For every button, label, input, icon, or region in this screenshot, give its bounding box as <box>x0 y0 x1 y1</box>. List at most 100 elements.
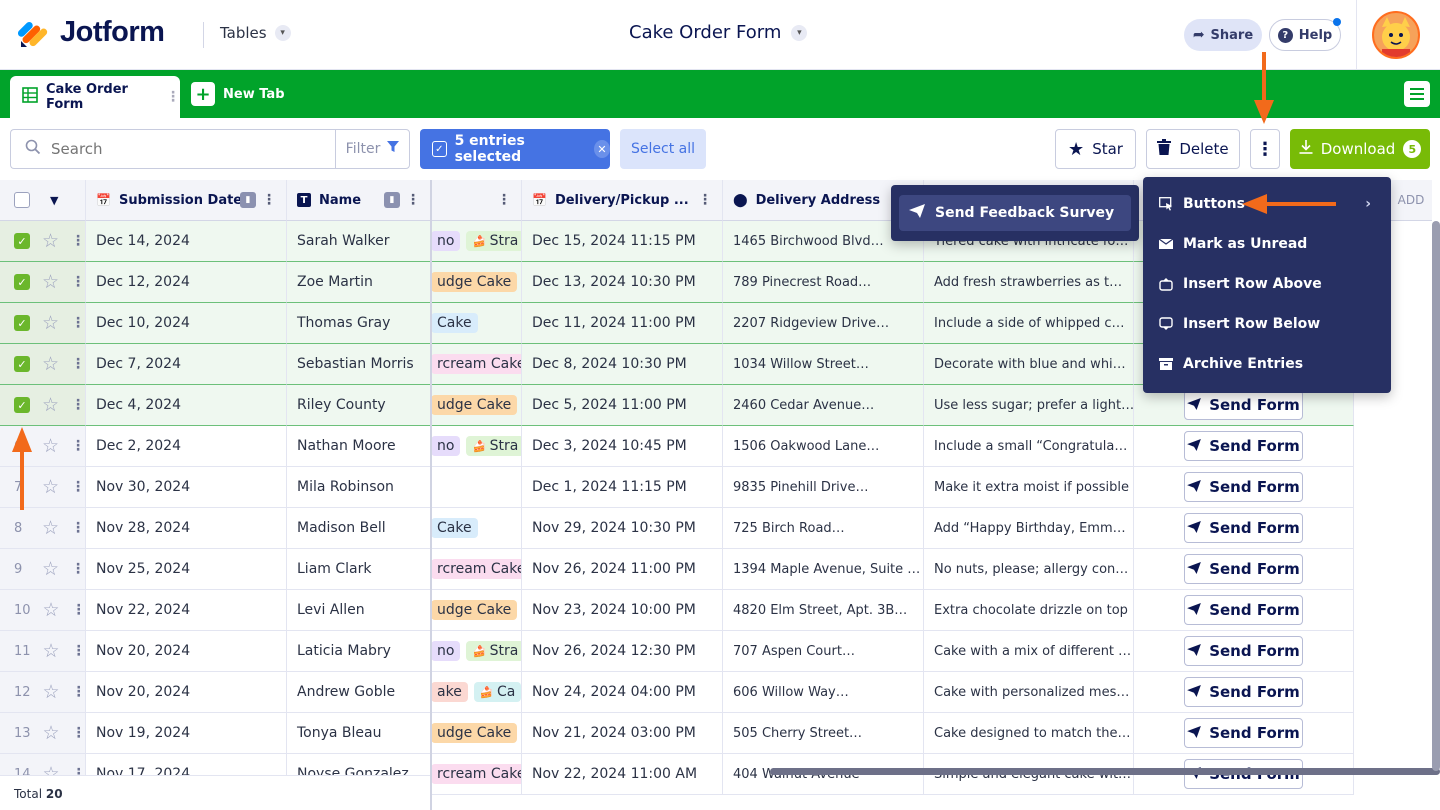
notes-cell[interactable]: Include a small “Congratula… <box>924 426 1134 467</box>
star-icon[interactable]: ☆ <box>42 312 59 334</box>
new-tab-button[interactable]: + New Tab <box>191 82 285 106</box>
delivery-date-cell[interactable]: Nov 26, 2024 12:30 PM <box>522 631 723 672</box>
cake-type-cell[interactable]: udge Cake <box>431 262 522 303</box>
select-all-button[interactable]: Select all <box>620 129 706 169</box>
row-checkbox[interactable]: ✓ <box>14 315 30 331</box>
delivery-date-cell[interactable]: Dec 1, 2024 11:15 PM <box>522 467 723 508</box>
cake-type-cell[interactable]: ake 🍰 Ca <box>431 672 522 713</box>
horizontal-scrollbar[interactable] <box>770 768 1440 775</box>
name-cell[interactable]: Liam Clark <box>287 549 431 590</box>
more-options-button[interactable]: ⋮ <box>1250 129 1280 169</box>
name-cell[interactable]: Levi Allen <box>287 590 431 631</box>
help-button[interactable]: ? Help <box>1269 19 1341 51</box>
column-header-submission-date[interactable]: 📅 Submission Date ▮ ⋮ <box>86 180 287 221</box>
name-cell[interactable]: Mila Robinson <box>287 467 431 508</box>
delivery-date-cell[interactable]: Dec 11, 2024 11:00 PM <box>522 303 723 344</box>
delete-button[interactable]: Delete <box>1146 129 1240 169</box>
delivery-address-cell[interactable]: 725 Birch Road… <box>723 508 924 549</box>
row-options-icon[interactable]: ⋮ <box>71 479 85 495</box>
menu-item-insert-row-above[interactable]: Insert Row Above <box>1143 264 1391 304</box>
delivery-address-cell[interactable]: 606 Willow Way… <box>723 672 924 713</box>
row-options-icon[interactable]: ⋮ <box>71 397 85 413</box>
name-cell[interactable]: Tonya Bleau <box>287 713 431 754</box>
submission-date-cell[interactable]: Nov 20, 2024 <box>86 631 287 672</box>
row-options-icon[interactable]: ⋮ <box>71 233 85 249</box>
delivery-address-cell[interactable]: 1506 Oakwood Lane… <box>723 426 924 467</box>
star-icon[interactable]: ☆ <box>43 640 60 662</box>
name-cell[interactable]: Sarah Walker <box>287 221 431 262</box>
star-icon[interactable]: ☆ <box>42 558 59 580</box>
star-icon[interactable]: ☆ <box>43 599 60 621</box>
send-form-button[interactable]: Send Form <box>1184 513 1303 543</box>
star-icon[interactable]: ☆ <box>42 353 59 375</box>
menu-item-mark-unread[interactable]: Mark as Unread <box>1143 224 1391 264</box>
jotform-logo[interactable]: Jotform <box>17 16 165 49</box>
cake-type-cell[interactable]: udge Cake <box>431 385 522 426</box>
star-icon[interactable]: ☆ <box>42 435 59 457</box>
cake-type-cell[interactable]: no 🍰 Stra <box>431 426 522 467</box>
row-options-icon[interactable]: ⋮ <box>71 274 85 290</box>
delivery-date-cell[interactable]: Nov 21, 2024 03:00 PM <box>522 713 723 754</box>
row-options-icon[interactable]: ⋮ <box>71 356 85 372</box>
notes-cell[interactable]: Extra chocolate drizzle on top <box>924 590 1134 631</box>
delivery-address-cell[interactable]: 1394 Maple Avenue, Suite … <box>723 549 924 590</box>
delivery-address-cell[interactable]: 9835 Pinehill Drive… <box>723 467 924 508</box>
star-button[interactable]: ★ Star <box>1055 129 1136 169</box>
send-form-button[interactable]: Send Form <box>1184 718 1303 748</box>
row-checkbox[interactable]: ✓ <box>14 397 30 413</box>
send-feedback-survey-item[interactable]: Send Feedback Survey <box>899 195 1131 231</box>
send-form-button[interactable]: Send Form <box>1184 677 1303 707</box>
name-cell[interactable]: Andrew Goble <box>287 672 431 713</box>
column-header-name[interactable]: T Name ▮ ⋮ <box>287 180 431 221</box>
star-icon[interactable]: ☆ <box>42 476 59 498</box>
name-cell[interactable]: Zoe Martin <box>287 262 431 303</box>
cake-type-cell[interactable]: udge Cake <box>431 713 522 754</box>
row-checkbox[interactable]: ✓ <box>14 356 30 372</box>
submission-date-cell[interactable]: Nov 22, 2024 <box>86 590 287 631</box>
delivery-date-cell[interactable]: Nov 29, 2024 10:30 PM <box>522 508 723 549</box>
send-form-button[interactable]: Send Form <box>1184 390 1303 420</box>
delivery-address-cell[interactable]: 1034 Willow Street… <box>723 344 924 385</box>
notes-cell[interactable]: No nuts, please; allergy con… <box>924 549 1134 590</box>
tables-dropdown[interactable]: Tables ▾ <box>220 24 291 42</box>
name-cell[interactable]: Sebastian Morris <box>287 344 431 385</box>
send-form-button[interactable]: Send Form <box>1184 472 1303 502</box>
name-cell[interactable]: Thomas Gray <box>287 303 431 344</box>
clear-selection-icon[interactable]: ✕ <box>593 140 610 158</box>
cake-type-cell[interactable]: rcream Cake <box>431 754 522 795</box>
send-form-button[interactable]: Send Form <box>1184 554 1303 584</box>
notes-cell[interactable]: Add “Happy Birthday, Emm… <box>924 508 1134 549</box>
menu-item-insert-row-below[interactable]: Insert Row Below <box>1143 304 1391 344</box>
submission-date-cell[interactable]: Nov 28, 2024 <box>86 508 287 549</box>
delivery-date-cell[interactable]: Dec 13, 2024 10:30 PM <box>522 262 723 303</box>
menu-item-buttons[interactable]: Buttons › <box>1143 184 1391 224</box>
delivery-date-cell[interactable]: Nov 26, 2024 11:00 PM <box>522 549 723 590</box>
cake-type-cell[interactable]: rcream Cake <box>431 549 522 590</box>
notes-cell[interactable]: Cake with personalized mes… <box>924 672 1134 713</box>
notes-cell[interactable]: Use less sugar; prefer a light… <box>924 385 1134 426</box>
delivery-date-cell[interactable]: Nov 22, 2024 11:00 AM <box>522 754 723 795</box>
delivery-date-cell[interactable]: Nov 24, 2024 04:00 PM <box>522 672 723 713</box>
notes-cell[interactable]: Cake designed to match the… <box>924 713 1134 754</box>
send-form-button[interactable]: Send Form <box>1184 636 1303 666</box>
search-input[interactable] <box>51 140 301 158</box>
filter-button[interactable]: Filter <box>335 129 410 169</box>
star-icon[interactable]: ☆ <box>42 517 59 539</box>
delivery-date-cell[interactable]: Dec 8, 2024 10:30 PM <box>522 344 723 385</box>
submission-date-cell[interactable]: Dec 10, 2024 <box>86 303 287 344</box>
submission-date-cell[interactable]: Nov 19, 2024 <box>86 713 287 754</box>
submission-date-cell[interactable]: Nov 30, 2024 <box>86 467 287 508</box>
header-checkbox[interactable] <box>14 192 30 208</box>
delivery-address-cell[interactable]: 789 Pinecrest Road… <box>723 262 924 303</box>
column-options-icon[interactable]: ⋮ <box>497 192 511 208</box>
cake-type-cell[interactable]: Cake <box>431 508 522 549</box>
row-options-icon[interactable]: ⋮ <box>71 438 85 454</box>
chevron-down-icon[interactable]: ▼ <box>50 194 58 207</box>
delivery-address-cell[interactable]: 2207 Ridgeview Drive… <box>723 303 924 344</box>
notes-cell[interactable]: Cake with a mix of different … <box>924 631 1134 672</box>
notes-cell[interactable]: Include a side of whipped c… <box>924 303 1134 344</box>
download-button[interactable]: Download 5 <box>1290 129 1430 169</box>
tab-options-icon[interactable]: ⋮ <box>166 89 180 105</box>
cake-type-cell[interactable] <box>431 467 522 508</box>
cake-type-cell[interactable]: Cake <box>431 303 522 344</box>
